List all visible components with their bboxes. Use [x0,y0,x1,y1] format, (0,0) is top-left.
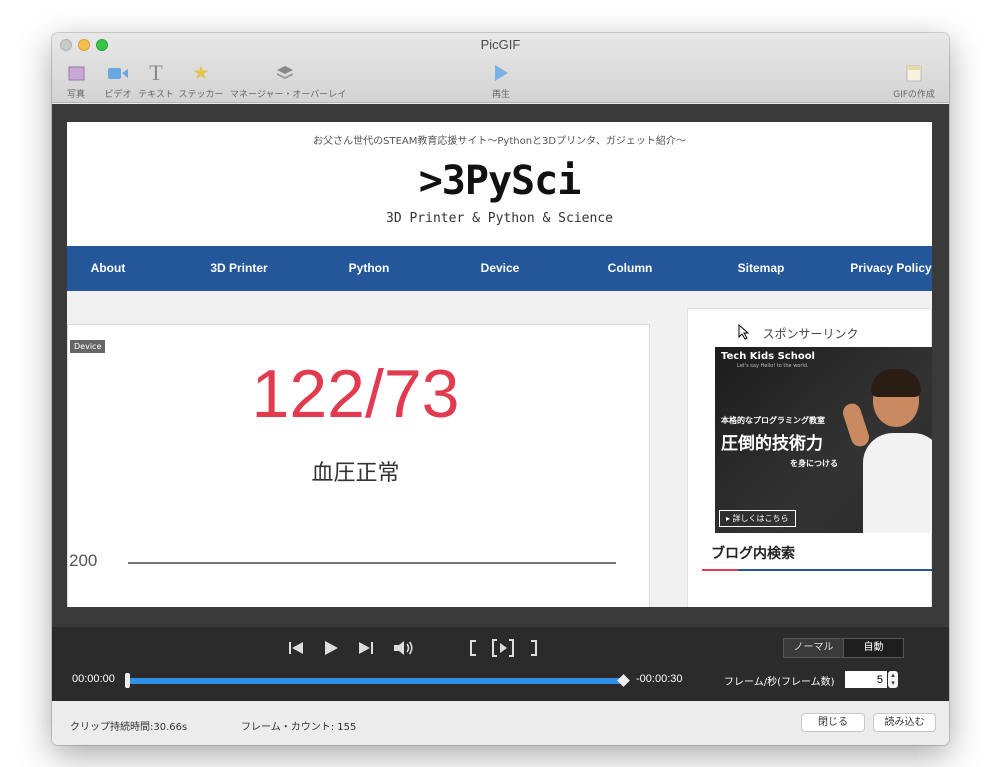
ad-tagline: Let's say Hello! to the world. [737,363,809,369]
nav-item-python: Python [348,261,390,275]
ad-photo-arm [840,401,872,449]
ad-line-2: 圧倒的技術力 [721,434,823,454]
gif-create-icon [888,61,940,85]
volume-button[interactable] [393,638,415,658]
toolbar-play-button[interactable]: 再生 [488,61,514,100]
fps-stepper[interactable]: ▴ ▾ [888,671,898,688]
titlebar: PicGIF 写真 ビデオ T テキスト ★ ステッカー マネージャー・オーバー… [52,33,949,103]
timeline-end-handle[interactable] [617,674,630,687]
toolbar-sticker-button[interactable]: ★ ステッカー [178,61,224,100]
speaker-icon [394,641,413,655]
ad-photo-hair [871,369,921,397]
toolbar-create-gif-button[interactable]: GIFの作成 [888,61,940,100]
blog-search-heading: ブログ内検索 [711,546,795,562]
skip-back-icon [289,642,303,654]
layers-icon [230,61,340,85]
toolbar-play-label: 再生 [491,90,510,100]
ad-brand: Tech Kids School [721,351,815,362]
ad-photo-body [863,433,932,533]
blood-pressure-value: 122/73 [251,356,460,432]
timeline-start-handle[interactable] [125,673,130,688]
video-camera-icon [104,61,132,85]
skip-forward-icon [359,642,373,654]
toolbar-video-label: ビデオ [104,90,132,100]
site-nav: About 3D Printer Python Device Column Si… [67,246,932,291]
ad-line-1: 本格的なプログラミング教室 [721,416,825,425]
ad-banner: Tech Kids School Let's say Hello! to the… [715,347,932,533]
play-icon [488,61,514,85]
window-title: PicGIF [480,37,521,52]
set-out-point-button[interactable] [526,639,540,657]
site-logo-subtitle: 3D Printer & Python & Science [386,211,613,226]
toolbar-video-button[interactable]: ビデオ [104,61,132,100]
bracket-right-icon [531,640,537,656]
fps-label: フレーム/秒(フレーム数) [724,677,835,688]
mode-normal-button[interactable]: ノーマル [783,638,844,658]
nav-item-3d-printer: 3D Printer [210,261,268,275]
preview-stage: お父さん世代のSTEAM教育応援サイト〜Pythonと3Dプリンタ、ガジェット紹… [52,104,949,627]
toolbar-photo-label: 写真 [66,90,85,100]
article-card: Device 122/73 血圧正常 200 [67,324,650,607]
toolbar-photo-button[interactable]: 写真 [63,61,89,100]
nav-item-about: About [90,261,126,275]
mouse-cursor-icon [738,324,750,340]
clip-duration: クリップ持続時間:30.66s [70,722,188,733]
time-start: 00:00:00 [72,673,115,685]
ad-details-button: ▸ 詳しくはこちら [719,510,796,527]
skip-to-start-button[interactable] [287,639,305,657]
photo-icon [63,61,89,85]
blog-search-underline-accent [702,569,738,571]
nav-item-sitemap: Sitemap [737,261,785,275]
toolbar-create-gif-label: GIFの作成 [893,90,935,100]
blood-pressure-label: 血圧正常 [311,461,400,486]
toolbar-overlay-manager-button[interactable]: マネージャー・オーバーレイ [230,61,347,100]
axis-line [128,562,616,564]
play-icon [325,641,338,655]
sidebar: スポンサーリンク Tech Kids School Let's say Hell… [687,308,932,607]
timeline-track[interactable] [128,678,624,684]
play-selection-button[interactable] [492,637,514,659]
toolbar-text-label: テキスト [138,90,174,100]
bracket-left-icon [470,640,476,656]
play-range-icon [492,639,514,657]
close-button[interactable]: 閉じる [801,713,865,732]
nav-item-privacy-policy: Privacy Policy [850,261,932,275]
skip-to-end-button[interactable] [357,639,375,657]
site-logo: >3PySci [418,158,582,204]
fps-input[interactable] [845,671,887,688]
nav-item-column: Column [607,261,653,275]
star-icon: ★ [192,62,210,84]
app-window: PicGIF 写真 ビデオ T テキスト ★ ステッカー マネージャー・オーバー… [52,33,949,745]
toolbar-text-button[interactable]: T テキスト [138,60,174,100]
status-bar: クリップ持続時間:30.66s フレーム・カウント: 155 閉じる 読み込む [52,701,949,745]
set-in-point-button[interactable] [467,639,481,657]
ad-line-3: を身につける [790,459,838,468]
mode-auto-button[interactable]: 自動 [843,638,904,658]
import-button[interactable]: 読み込む [873,713,936,732]
preview-frame: お父さん世代のSTEAM教育応援サイト〜Pythonと3Dプリンタ、ガジェット紹… [67,122,932,607]
toolbar-sticker-label: ステッカー [178,90,224,100]
sponsor-link-heading: スポンサーリンク [762,327,859,341]
toolbar-overlay-manager-label: マネージャー・オーバーレイ [230,90,347,100]
category-badge: Device [70,340,106,353]
nav-item-device: Device [480,261,520,275]
play-button[interactable] [322,639,340,657]
playback-controls: ノーマル 自動 00:00:00 -00:00:30 フレーム/秒(フレーム数)… [52,627,949,701]
site-tagline: お父さん世代のSTEAM教育応援サイト〜Pythonと3Dプリンタ、ガジェット紹… [313,136,686,147]
frame-count: フレーム・カウント: 155 [241,722,357,733]
time-remaining: -00:00:30 [636,673,683,685]
text-icon: T [149,60,163,85]
axis-value: 200 [69,551,98,570]
